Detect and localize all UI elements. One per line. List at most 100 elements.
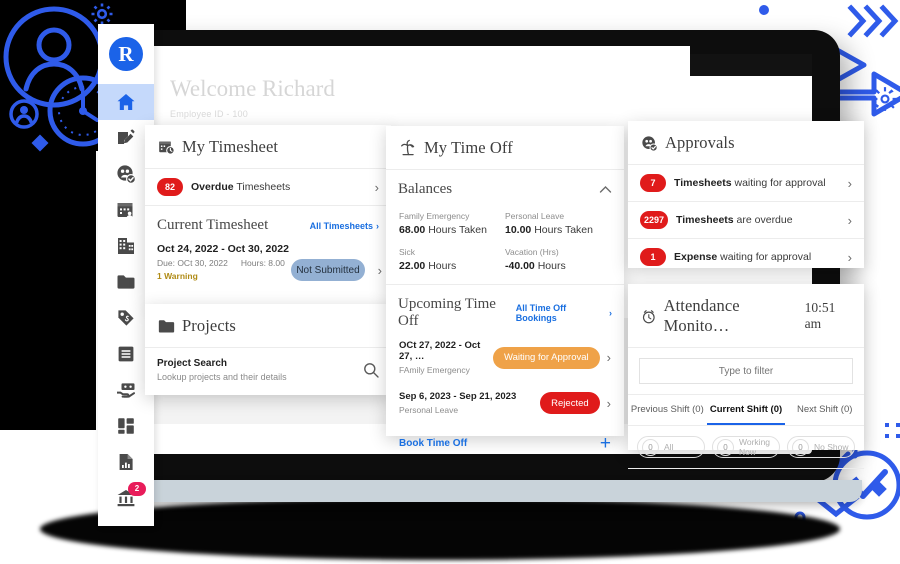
approvals-card: Approvals 7 Timesheets waiting for appro… (628, 121, 864, 268)
search-icon[interactable] (363, 362, 379, 378)
balance-value: 22.00 Hours (399, 260, 457, 272)
projects-header: Projects (145, 304, 391, 348)
diamond-icon (871, 481, 887, 497)
tab-next-shift[interactable]: Next Shift (0) (785, 395, 864, 425)
attendance-filter-wrap (628, 348, 864, 395)
upcoming-time-off-header: Upcoming Time Off All Time Off Bookings … (386, 285, 624, 332)
overdue-timesheets-label: Overdue Timesheets (191, 181, 291, 193)
project-search-subtitle: Lookup projects and their details (157, 372, 287, 382)
balance-value: 10.00 Hours Taken (505, 224, 593, 236)
timesheet-status-badge[interactable]: Not Submitted (291, 259, 365, 281)
filter-box[interactable] (639, 358, 853, 384)
booking-status-badge: Rejected (540, 392, 600, 414)
counter-working-now-count: 0 (717, 438, 734, 456)
counter-all-count: 0 (642, 438, 659, 456)
report-document-icon (119, 454, 133, 470)
people-check-icon (642, 135, 658, 152)
cash-hand-icon (117, 383, 135, 398)
counter-working-now[interactable]: 0 Working Now (712, 436, 780, 458)
attendance-monitor-time: 10:51 am (804, 300, 836, 331)
overdue-count-badge: 82 (157, 178, 183, 196)
projects-card: Projects Project Search Lookup projects … (145, 304, 391, 395)
home-icon (117, 94, 135, 110)
calendar-clock-icon (159, 141, 175, 155)
chevron-up-icon[interactable] (599, 185, 612, 194)
palm-tree-icon (401, 139, 415, 156)
chevron-right-icon: › (847, 249, 852, 265)
chevron-right-icon: › (847, 212, 852, 228)
chevron-right-icon[interactable]: › (607, 397, 611, 410)
project-search-title: Project Search (157, 358, 228, 369)
plus-icon[interactable]: + (600, 434, 611, 453)
tab-previous-shift[interactable]: Previous Shift (0) (628, 395, 707, 425)
balances-title: Balances (398, 181, 453, 197)
building-icon (118, 238, 134, 254)
chevron-right-icon[interactable]: › (607, 351, 611, 364)
book-time-off-link[interactable]: Book Time Off (399, 438, 467, 449)
dot-icon (759, 5, 769, 15)
time-off-booking-row[interactable]: Sep 6, 2023 - Sep 21, 2023 Personal Leav… (386, 383, 624, 423)
chevron-right-icon[interactable]: › (378, 264, 382, 277)
all-timesheets-link[interactable]: All Timesheets › (310, 221, 379, 231)
sidebar-item-reports[interactable] (98, 444, 154, 480)
decorative-black-panel-left (0, 0, 96, 430)
tab-current-shift[interactable]: Current Shift (0) (706, 395, 786, 425)
timesheet-hours-label: Hours: 8.00 (240, 258, 285, 268)
my-timesheet-header: My Timesheet (145, 125, 391, 169)
shift-tabs: Previous Shift (0) Current Shift (0) Nex… (628, 395, 864, 426)
chevrons-right-icon (847, 4, 899, 38)
sidebar-item-dashboards[interactable] (98, 408, 154, 444)
approval-count-badge: 2297 (640, 211, 669, 229)
counter-all[interactable]: 0 All (637, 436, 705, 458)
sparkle-icon (885, 423, 900, 438)
dashboard-grid-icon (118, 418, 134, 434)
balance-cell: Personal Leave 10.00 Hours Taken (505, 211, 611, 236)
approval-row[interactable]: 7 Timesheets waiting for approval › (628, 165, 864, 202)
brand-logo[interactable]: R (98, 24, 154, 84)
balance-cell: Family Emergency 68.00 Hours Taken (399, 211, 505, 236)
balance-cell: Sick 22.00 Hours (399, 247, 505, 272)
sidebar-item-payroll[interactable]: 2 (98, 480, 154, 516)
timesheet-due-label: Due: OCt 30, 2022 (157, 258, 228, 268)
projects-title: Projects (182, 316, 236, 335)
approval-label: Timesheets waiting for approval (674, 177, 826, 189)
approval-row[interactable]: 2297 Timesheets are overdue › (628, 202, 864, 239)
balance-cell: Vacation (Hrs) -40.00 Hours (505, 247, 611, 272)
counter-no-show[interactable]: 0 No Show (787, 436, 855, 458)
project-search-row[interactable]: Project Search Lookup projects and their… (145, 348, 391, 392)
attendance-monitor-card: Attendance Monito… 10:51 am Previous Shi… (628, 284, 864, 469)
chevron-right-icon: › (609, 308, 612, 318)
sidebar-item-home[interactable] (98, 84, 154, 120)
time-off-booking-row[interactable]: OCt 27, 2022 - Oct 27, … FAmily Emergenc… (386, 332, 624, 383)
page-title: Welcome Richard (170, 76, 335, 101)
balance-label: Family Emergency (399, 211, 470, 221)
approval-count-badge: 7 (640, 174, 666, 192)
payroll-badge: 2 (128, 482, 146, 496)
approvals-header: Approvals (628, 121, 864, 165)
device-drop-shadow (40, 498, 840, 560)
balances-section-header[interactable]: Balances (386, 170, 624, 198)
filter-input[interactable] (659, 364, 833, 378)
price-tag-icon (118, 310, 134, 326)
my-time-off-title: My Time Off (424, 138, 513, 157)
alarm-clock-icon (642, 309, 655, 323)
overdue-timesheets-row[interactable]: 82 Overdue Timesheets › (145, 169, 391, 206)
my-timesheet-card: My Timesheet 82 Overdue Timesheets › Cur… (145, 125, 391, 307)
list-icon (118, 346, 134, 362)
booking-dates: OCt 27, 2022 - Oct 27, … (399, 340, 481, 362)
balances-grid: Family Emergency 68.00 Hours Taken Perso… (386, 198, 624, 284)
gear-icon (873, 87, 897, 111)
booking-dates: Sep 6, 2023 - Sep 21, 2023 (399, 391, 517, 402)
attendance-monitor-header: Attendance Monito… 10:51 am (628, 284, 864, 348)
approval-row[interactable]: 1 Expense waiting for approval › (628, 239, 864, 275)
booking-status-badge: Waiting for Approval (492, 346, 600, 369)
counter-all-label: All (664, 442, 674, 452)
book-time-off-row[interactable]: Book Time Off + (386, 423, 624, 464)
my-time-off-card: My Time Off Balances Family Emergency 68… (386, 126, 624, 453)
all-time-off-bookings-link[interactable]: All Time Off Bookings › (516, 303, 612, 323)
approval-label: Timesheets are overdue (676, 214, 793, 226)
balance-value: -40.00 Hours (505, 260, 566, 272)
counter-no-show-count: 0 (792, 438, 809, 456)
current-timesheet-title: Current Timesheet (157, 217, 269, 233)
upcoming-time-off-title: Upcoming Time Off (398, 296, 496, 329)
